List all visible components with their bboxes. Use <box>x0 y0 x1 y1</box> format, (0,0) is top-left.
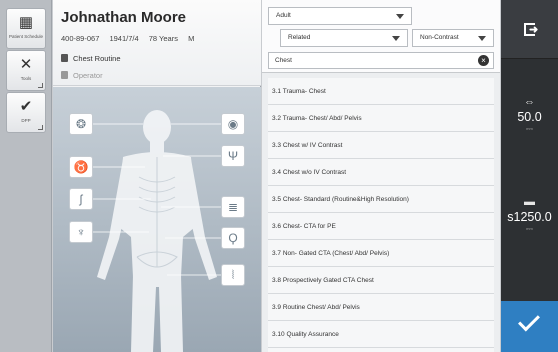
exam-line: Chest Routine <box>61 54 121 63</box>
table-position-icon: ▬ <box>524 196 535 208</box>
protocol-item[interactable]: 3.9 Routine Chest/ Abd/ Pelvis <box>268 294 494 321</box>
relation-value: Related <box>288 34 311 41</box>
scan-range-value: 50.0 <box>517 110 542 124</box>
lungs-region-button[interactable]: ♉ <box>69 156 93 178</box>
search-value: Chest <box>275 57 292 64</box>
patient-header: Johnathan Moore 400-89-067 1941/7/4 78 Y… <box>53 0 261 86</box>
protocol-item[interactable]: 3.5 Chest- Standard (Routine&High Resolu… <box>268 186 494 213</box>
patient-name: Johnathan Moore <box>61 9 187 26</box>
leg-icon: ⦚ <box>231 268 235 282</box>
dpp-label: DPP <box>21 118 31 123</box>
chevron-down-icon <box>396 14 404 19</box>
scan-range-unit: mm <box>526 126 533 131</box>
contrast-value: Non-Contrast <box>420 34 459 41</box>
patient-type-value: Adult <box>276 12 291 19</box>
operator-icon <box>61 71 68 79</box>
protocol-list: 3.1 Trauma- Chest 3.2 Trauma- Chest/ Abd… <box>268 78 494 352</box>
patient-demographics: 400-89-067 1941/7/4 78 Years M <box>61 34 202 43</box>
left-tool-rail: ▦ Patient Schedule ✕ Tools ✔ DPP <box>0 0 52 352</box>
leg-region-button[interactable]: ⦚ <box>221 264 245 286</box>
patient-type-select[interactable]: Adult <box>268 7 412 25</box>
check-icon <box>518 309 540 332</box>
eye-region-button[interactable]: ◉ <box>221 113 245 135</box>
table-position-metric[interactable]: ▬ s1250.0 mm <box>501 196 558 231</box>
patient-id: 400-89-067 <box>61 34 100 43</box>
protocol-item[interactable]: 3.10 Quality Assurance <box>268 321 494 348</box>
protocol-item[interactable]: 3.4 Chest w/o IV Contrast <box>268 159 494 186</box>
chevron-down-icon <box>478 36 486 41</box>
exam-icon <box>61 54 68 62</box>
brain-region-button[interactable]: ❂ <box>69 113 93 135</box>
neck-spine-icon: Ψ <box>227 149 239 163</box>
patient-panel: Johnathan Moore 400-89-067 1941/7/4 78 Y… <box>53 0 261 352</box>
lungs-icon: ♉ <box>73 160 89 174</box>
protocol-search-input[interactable]: Chest × <box>268 52 494 69</box>
spine-region-button[interactable]: ≣ <box>221 196 245 218</box>
schedule-icon: ▦ <box>18 14 34 31</box>
pelvis-icon: ♆ <box>76 225 86 239</box>
neck-region-button[interactable]: Ψ <box>221 145 245 167</box>
protocol-item[interactable]: 3.8 Prospectively Gated CTA Chest <box>268 267 494 294</box>
pelvis-region-button[interactable]: ♆ <box>69 221 93 243</box>
expand-corner-icon <box>38 125 43 130</box>
chevron-down-icon <box>392 36 400 41</box>
scan-range-metric[interactable]: ⇔ 50.0 mm <box>501 96 558 131</box>
table-position-value: s1250.0 <box>507 210 552 224</box>
protocol-item[interactable]: 3.2 Trauma- Chest/ Abd/ Pelvis <box>268 105 494 132</box>
expand-corner-icon <box>38 83 43 88</box>
exam-name: Chest Routine <box>73 54 121 63</box>
anatomy-selector: ❂ ♉ ʃ ♆ ◉ Ψ ≣ Ϙ ⦚ <box>53 87 261 352</box>
tools-label: Tools <box>20 76 32 81</box>
protocol-item[interactable]: 3.1 Trauma- Chest <box>268 78 494 105</box>
eye-icon: ◉ <box>227 117 239 131</box>
patient-schedule-button[interactable]: ▦ Patient Schedule <box>6 8 46 49</box>
table-position-unit: mm <box>526 226 533 231</box>
patient-schedule-label: Patient Schedule <box>8 34 44 39</box>
brain-icon: ❂ <box>75 117 87 131</box>
confirm-button[interactable] <box>501 301 558 352</box>
operator-name: Operator <box>73 71 103 80</box>
protocol-item[interactable]: 3.7 Non- Gated CTA (Chest/ Abd/ Pelvis) <box>268 240 494 267</box>
relation-select[interactable]: Related <box>280 29 408 47</box>
dpp-icon: ✔ <box>19 98 33 115</box>
operator-line: Operator <box>61 71 103 80</box>
spine-icon: ≣ <box>227 200 239 214</box>
scan-range-icon: ⇔ <box>524 96 535 108</box>
clear-search-icon[interactable]: × <box>478 55 489 66</box>
hip-region-button[interactable]: Ϙ <box>221 227 245 249</box>
scan-control-panel: ➜ ⇔ 50.0 mm ▬ s1250.0 mm <box>501 0 558 352</box>
dpp-button[interactable]: ✔ DPP <box>6 92 46 133</box>
tools-button[interactable]: ✕ Tools <box>6 50 46 91</box>
patient-age: 78 Years <box>148 34 178 43</box>
pelvis-joint-icon: Ϙ <box>228 231 238 245</box>
ct-protocol-screen: ▦ Patient Schedule ✕ Tools ✔ DPP Johnath… <box>0 0 558 352</box>
tools-icon: ✕ <box>19 56 33 73</box>
patient-sex: M <box>188 34 195 43</box>
arrow-right-icon: ➜ <box>529 24 539 36</box>
protocol-panel: Adult Related Non-Contrast Chest × 3.1 T… <box>262 0 500 352</box>
abdomen-region-button[interactable]: ʃ <box>69 188 93 210</box>
abdomen-icon: ʃ <box>79 192 83 206</box>
contrast-select[interactable]: Non-Contrast <box>412 29 494 47</box>
protocol-item[interactable]: 3.6 Chest- CTA for PE <box>268 213 494 240</box>
protocol-item[interactable]: 3.3 Chest w/ IV Contrast <box>268 132 494 159</box>
exit-button[interactable]: ➜ <box>501 0 558 59</box>
protocol-filters: Adult Related Non-Contrast Chest × <box>262 0 500 73</box>
patient-dob: 1941/7/4 <box>109 34 139 43</box>
